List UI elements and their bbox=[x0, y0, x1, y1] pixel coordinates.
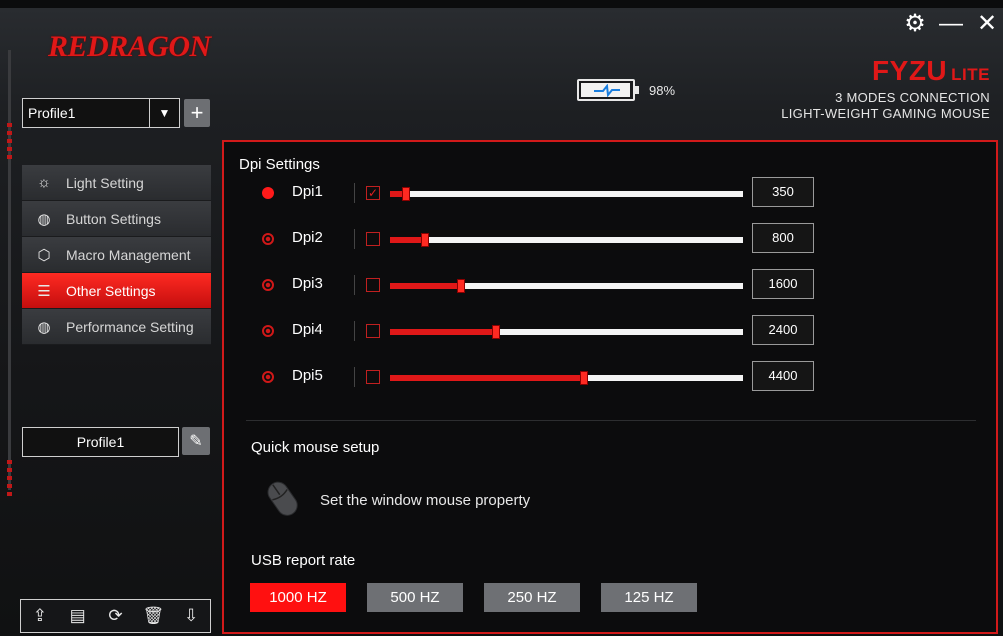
export-icon[interactable]: ⇪ bbox=[28, 606, 52, 626]
chevron-down-icon[interactable]: ▼ bbox=[149, 99, 179, 127]
slider-thumb[interactable] bbox=[580, 371, 589, 385]
battery-icon bbox=[577, 79, 639, 101]
rate-500hz-button[interactable]: 500 HZ bbox=[367, 583, 463, 612]
sliders-icon: ☰ bbox=[37, 282, 51, 300]
dpi-checkbox[interactable] bbox=[366, 232, 380, 246]
sidebar-item-label: Other Settings bbox=[66, 282, 156, 299]
profile-dropdown-value: Profile1 bbox=[28, 105, 76, 121]
slider-thumb[interactable] bbox=[491, 325, 500, 339]
dpi-select-radio[interactable] bbox=[262, 233, 274, 245]
dpi-slider[interactable] bbox=[390, 325, 743, 339]
product-line1: 3 MODES CONNECTION bbox=[835, 90, 990, 105]
dpi-row: Dpi1 ✓ 350 bbox=[224, 177, 824, 209]
dpi-slider[interactable] bbox=[390, 371, 743, 385]
import-icon[interactable]: ⇩ bbox=[179, 606, 203, 626]
sidebar-item-other-settings[interactable]: ☰ Other Settings bbox=[22, 273, 211, 309]
dpi-slider[interactable] bbox=[390, 279, 743, 293]
product-name: FYZU LITE bbox=[872, 55, 990, 86]
dpi-select-radio[interactable] bbox=[262, 187, 274, 199]
dpi-value-field[interactable]: 4400 bbox=[752, 361, 814, 391]
sidebar-item-macro-management[interactable]: ⬡ Macro Management bbox=[22, 237, 211, 273]
dpi-label: Dpi5 bbox=[292, 367, 323, 384]
dpi-value-field[interactable]: 350 bbox=[752, 177, 814, 207]
dpi-checkbox[interactable] bbox=[366, 324, 380, 338]
dpi-label: Dpi2 bbox=[292, 229, 323, 246]
dpi-checkbox[interactable]: ✓ bbox=[366, 186, 380, 200]
sidebar-item-button-settings[interactable]: ◍ Button Settings bbox=[22, 201, 211, 237]
dpi-value-field[interactable]: 800 bbox=[752, 223, 814, 253]
profile-toolbar: ⇪ ▤ ⟳ 🗑 ⇩ bbox=[20, 599, 211, 633]
dpi-label: Dpi3 bbox=[292, 275, 323, 292]
settings-panel: Dpi Settings Dpi1 ✓ 350 Dpi2 800 Dpi3 16… bbox=[222, 140, 998, 634]
title-strip bbox=[0, 0, 1003, 8]
dpi-select-radio[interactable] bbox=[262, 325, 274, 337]
trash-icon[interactable]: 🗑 bbox=[141, 606, 165, 626]
slider-thumb[interactable] bbox=[402, 187, 410, 201]
minimize-icon[interactable]: — bbox=[939, 12, 963, 36]
product-line2: LIGHT-WEIGHT GAMING MOUSE bbox=[781, 106, 990, 121]
dpi-label: Dpi4 bbox=[292, 321, 323, 338]
dpi-settings-title: Dpi Settings bbox=[239, 156, 320, 173]
app-window: REDRAGON ⚙ — ✕ FYZU LITE 3 MODES CONNECTI… bbox=[0, 0, 1003, 636]
sidebar-item-performance-setting[interactable]: ◍ Performance Setting bbox=[22, 309, 211, 345]
dpi-label: Dpi1 bbox=[292, 183, 323, 200]
dpi-checkbox[interactable] bbox=[366, 370, 380, 384]
add-profile-button[interactable]: + bbox=[184, 99, 210, 127]
slider-thumb[interactable] bbox=[456, 279, 465, 293]
refresh-icon[interactable]: ⟳ bbox=[103, 606, 127, 626]
dpi-checkbox[interactable] bbox=[366, 278, 380, 292]
sidebar-item-light-setting[interactable]: ☼ Light Setting bbox=[22, 165, 211, 201]
rate-125hz-button[interactable]: 125 HZ bbox=[601, 583, 697, 612]
edit-icon[interactable]: ✎ bbox=[182, 427, 210, 455]
mouse-icon[interactable] bbox=[262, 477, 306, 521]
sidebar-menu: ☼ Light Setting ◍ Button Settings ⬡ Macr… bbox=[22, 165, 211, 345]
gauge-icon: ◍ bbox=[37, 318, 51, 336]
sidebar-item-label: Light Setting bbox=[66, 174, 144, 191]
product-info: FYZU LITE 3 MODES CONNECTION LIGHT-WEIGHT… bbox=[781, 56, 990, 122]
dpi-value-field[interactable]: 1600 bbox=[752, 269, 814, 299]
close-icon[interactable]: ✕ bbox=[975, 12, 999, 36]
battery-indicator: 98% bbox=[577, 79, 675, 101]
dpi-select-radio[interactable] bbox=[262, 279, 274, 291]
dpi-row: Dpi5 4400 bbox=[224, 361, 824, 393]
mouse-button-icon: ◍ bbox=[37, 210, 51, 228]
profile-dropdown[interactable]: Profile1 ▼ bbox=[22, 98, 180, 128]
product-edition: LITE bbox=[951, 65, 990, 84]
profile-name-field[interactable]: Profile1 bbox=[22, 427, 179, 457]
sidebar-item-label: Performance Setting bbox=[66, 318, 194, 335]
rate-1000hz-button[interactable]: 1000 HZ bbox=[250, 583, 346, 612]
cube-icon: ⬡ bbox=[37, 246, 51, 264]
dpi-row: Dpi3 1600 bbox=[224, 269, 824, 301]
sidebar-item-label: Button Settings bbox=[66, 210, 161, 227]
dpi-slider[interactable] bbox=[390, 233, 743, 247]
dpi-slider[interactable] bbox=[390, 187, 743, 201]
sidebar-edge bbox=[7, 50, 12, 500]
dpi-row: Dpi2 800 bbox=[224, 223, 824, 255]
dpi-row: Dpi4 2400 bbox=[224, 315, 824, 347]
gear-icon[interactable]: ⚙ bbox=[903, 12, 927, 36]
window-controls: ⚙ — ✕ bbox=[903, 12, 999, 36]
sidebar-item-label: Macro Management bbox=[66, 246, 191, 263]
bulb-icon: ☼ bbox=[37, 174, 51, 191]
report-rate-group: 1000 HZ 500 HZ 250 HZ 125 HZ bbox=[250, 583, 697, 612]
mouse-property-link[interactable]: Set the window mouse property bbox=[320, 492, 530, 509]
charging-bolt-icon bbox=[594, 84, 620, 97]
rate-250hz-button[interactable]: 250 HZ bbox=[484, 583, 580, 612]
brand-logo: REDRAGON bbox=[48, 30, 211, 63]
dpi-value-field[interactable]: 2400 bbox=[752, 315, 814, 345]
battery-percent: 98% bbox=[649, 82, 676, 98]
dpi-select-radio[interactable] bbox=[262, 371, 274, 383]
section-divider bbox=[246, 420, 976, 421]
slider-thumb[interactable] bbox=[421, 233, 430, 247]
quick-setup-title: Quick mouse setup bbox=[251, 439, 380, 456]
usb-report-rate-title: USB report rate bbox=[251, 552, 356, 569]
document-icon[interactable]: ▤ bbox=[66, 606, 90, 626]
